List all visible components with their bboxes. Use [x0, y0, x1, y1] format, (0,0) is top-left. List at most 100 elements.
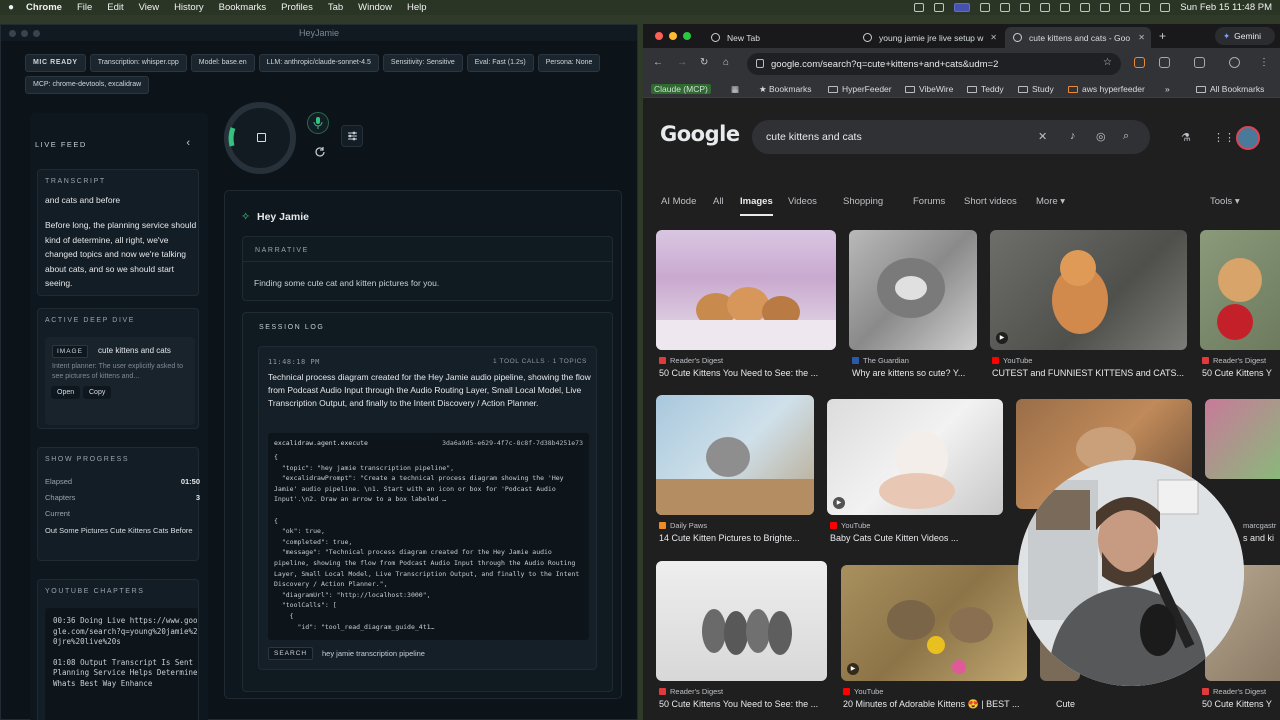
- result-source[interactable]: YouTube: [843, 687, 1029, 696]
- status-icon[interactable]: [934, 3, 945, 12]
- apple-menu-icon[interactable]: ●: [8, 2, 14, 13]
- omnibox[interactable]: google.com/search?q=cute+kittens+and+cat…: [747, 53, 1121, 75]
- image-result[interactable]: [1200, 230, 1280, 350]
- back-icon[interactable]: ←: [653, 57, 663, 68]
- status-icon[interactable]: [1040, 3, 1051, 12]
- settings-sliders-button[interactable]: [341, 125, 363, 147]
- labs-flask-icon[interactable]: ⚗: [1181, 131, 1191, 144]
- menu-help[interactable]: Help: [407, 2, 427, 13]
- bluetooth-icon[interactable]: [1080, 3, 1091, 12]
- chapters-list[interactable]: 00:36 Doing Live https://www.google.com/…: [45, 608, 198, 720]
- menu-tab[interactable]: Tab: [328, 2, 343, 13]
- bookmark-aws-hyperfeeder[interactable]: aws hyperfeeder: [1068, 84, 1145, 94]
- clear-search-icon[interactable]: ✕: [1038, 130, 1047, 143]
- screen-share-icon[interactable]: [954, 3, 971, 12]
- wifi-icon[interactable]: [1120, 3, 1131, 12]
- voice-search-icon[interactable]: ♪: [1070, 130, 1076, 142]
- menu-window[interactable]: Window: [358, 2, 392, 13]
- bookmark-hyperfeeder[interactable]: HyperFeeder: [828, 84, 892, 94]
- google-apps-icon[interactable]: ⋮⋮: [1213, 131, 1235, 144]
- new-tab-icon[interactable]: +: [1159, 29, 1166, 43]
- bookmark-claude-mcp[interactable]: Claude (MCP): [651, 84, 711, 94]
- reading-mode-icon[interactable]: [1194, 57, 1205, 68]
- search-query-text[interactable]: cute kittens and cats: [766, 131, 862, 143]
- tab-young-jamie[interactable]: young jamie jre live setup w ✕: [855, 27, 1003, 48]
- refresh-button[interactable]: [309, 141, 331, 163]
- extensions-puzzle-icon[interactable]: [1159, 57, 1170, 68]
- copy-button[interactable]: Copy: [83, 386, 112, 399]
- result-caption[interactable]: 50 Cute Kittens You Need to See: the ...: [659, 368, 839, 378]
- close-tab-icon[interactable]: ✕: [990, 33, 997, 42]
- chapter-item[interactable]: 01:08 Output Transcript Is Sent Planning…: [53, 658, 198, 690]
- result-source[interactable]: Reader's Digest: [1202, 356, 1280, 365]
- menu-bookmarks[interactable]: Bookmarks: [219, 2, 267, 13]
- search-icon[interactable]: [1140, 3, 1151, 12]
- image-result[interactable]: [1205, 399, 1280, 479]
- result-caption[interactable]: 50 Cute Kittens You Need to See: the ...: [659, 699, 830, 709]
- battery-icon[interactable]: [1100, 3, 1111, 12]
- tab-all[interactable]: All: [713, 196, 724, 207]
- status-icon[interactable]: [914, 3, 925, 12]
- close-window-icon[interactable]: [655, 32, 663, 40]
- result-caption[interactable]: Why are kittens so cute? Y...: [852, 368, 982, 378]
- image-result[interactable]: ▶: [990, 230, 1187, 350]
- account-avatar[interactable]: [1236, 126, 1260, 150]
- url-text[interactable]: google.com/search?q=cute+kittens+and+cat…: [771, 59, 998, 70]
- google-logo[interactable]: Google: [660, 122, 740, 146]
- apps-grid-icon[interactable]: ▦: [731, 84, 739, 95]
- image-result[interactable]: [656, 395, 814, 515]
- bookmark-teddy[interactable]: Teddy: [967, 84, 1004, 94]
- tab-forums[interactable]: Forums: [913, 196, 945, 207]
- gemini-button[interactable]: ✦ Gemini: [1215, 27, 1275, 45]
- lens-icon[interactable]: ◎: [1096, 130, 1106, 143]
- result-source[interactable]: Reader's Digest: [1202, 687, 1280, 696]
- image-result[interactable]: [656, 230, 836, 350]
- home-icon[interactable]: ⌂: [723, 57, 729, 68]
- image-result[interactable]: ▶: [827, 399, 1003, 515]
- site-info-icon[interactable]: [756, 59, 764, 68]
- webcam-overlay[interactable]: [1018, 460, 1244, 686]
- stop-icon[interactable]: [257, 133, 266, 142]
- result-source[interactable]: The Guardian: [852, 356, 980, 365]
- collapse-chevron-icon[interactable]: ‹: [186, 137, 190, 149]
- result-caption[interactable]: 50 Cute Kittens Y: [1202, 699, 1280, 709]
- status-icon[interactable]: [1060, 3, 1071, 12]
- tab-short-videos[interactable]: Short videos: [964, 196, 1017, 207]
- result-caption[interactable]: Baby Cats Cute Kitten Videos ...: [830, 533, 1006, 543]
- search-icon[interactable]: ⌕: [1123, 130, 1129, 143]
- bookmark-star-icon[interactable]: ☆: [1103, 57, 1112, 68]
- result-source[interactable]: marcgastr: [1243, 521, 1280, 530]
- bookmark-study[interactable]: Study: [1018, 84, 1054, 94]
- forward-icon[interactable]: →: [677, 57, 687, 68]
- menu-edit[interactable]: Edit: [107, 2, 123, 13]
- result-source[interactable]: Reader's Digest: [659, 356, 839, 365]
- bookmark-vibewire[interactable]: VibeWire: [905, 84, 953, 94]
- minimize-window-icon[interactable]: [669, 32, 677, 40]
- mic-button[interactable]: [307, 112, 329, 134]
- chapter-item[interactable]: 00:36 Doing Live https://www.google.com/…: [53, 616, 198, 648]
- tool-call-code-block[interactable]: excalidraw.agent.execute 3da6a9d5-e629-4…: [268, 433, 589, 640]
- tab-cute-kittens[interactable]: cute kittens and cats - Goo ✕: [1005, 27, 1151, 48]
- tab-ai-mode[interactable]: AI Mode: [661, 196, 696, 207]
- tools-button[interactable]: Tools ▾: [1210, 196, 1240, 207]
- extension-icon[interactable]: [1134, 57, 1145, 68]
- menu-history[interactable]: History: [174, 2, 204, 13]
- open-button[interactable]: Open: [51, 386, 81, 399]
- result-caption[interactable]: 50 Cute Kittens Y: [1202, 368, 1280, 378]
- result-caption[interactable]: s and ki: [1243, 533, 1280, 543]
- image-result[interactable]: [656, 561, 827, 681]
- menu-file[interactable]: File: [77, 2, 92, 13]
- result-caption[interactable]: Cute: [1056, 699, 1086, 709]
- result-caption[interactable]: CUTEST and FUNNIEST KITTENS and CATS...: [992, 368, 1189, 378]
- result-source[interactable]: YouTube: [992, 356, 1187, 365]
- status-icon[interactable]: [1000, 3, 1011, 12]
- menu-profiles[interactable]: Profiles: [281, 2, 313, 13]
- google-search-box[interactable]: cute kittens and cats ✕ ♪ ◎ ⌕: [752, 120, 1150, 154]
- status-icon[interactable]: [1020, 3, 1031, 12]
- image-result[interactable]: ▶: [841, 565, 1027, 681]
- status-icon[interactable]: [980, 3, 991, 12]
- recording-dial[interactable]: [224, 102, 296, 174]
- menu-kebab-icon[interactable]: ⋮: [1259, 57, 1269, 68]
- result-source[interactable]: Daily Paws: [659, 521, 817, 530]
- more-bookmarks-icon[interactable]: »: [1165, 84, 1170, 94]
